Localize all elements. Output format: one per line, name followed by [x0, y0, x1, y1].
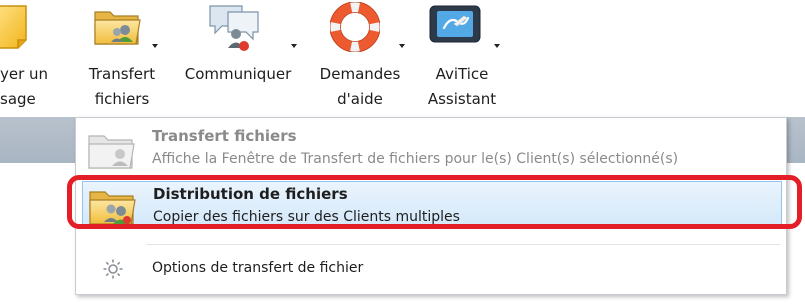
chevron-down-icon[interactable] [494, 44, 500, 48]
chevron-down-icon[interactable] [152, 44, 158, 48]
help-requests-label-2: d'aide [337, 90, 383, 108]
menu-item-title: Distribution de fichiers [153, 185, 348, 203]
folder-users-icon [87, 184, 139, 232]
file-transfer-button[interactable]: Transfert fichiers [80, 0, 164, 112]
help-requests-label-1: Demandes [319, 65, 401, 83]
file-transfer-dropdown: Transfert fichiers Affiche la Fenêtre de… [75, 117, 787, 295]
folder-user-icon [86, 128, 138, 176]
file-transfer-label-2: fichiers [94, 90, 150, 108]
file-transfer-label-1: Transfert [88, 65, 156, 83]
communicate-label: Communiquer [184, 65, 292, 83]
help-requests-button[interactable]: Demandes d'aide [308, 0, 412, 112]
menu-item-label: Options de transfert de fichier [152, 260, 364, 276]
gear-icon [102, 258, 124, 284]
menu-item-title: Transfert fichiers [152, 127, 297, 145]
menu-separator [146, 244, 780, 245]
message-note-icon [0, 2, 34, 54]
menu-item-description: Copier des fichiers sur des Clients mult… [153, 209, 460, 225]
chevron-down-icon[interactable] [291, 44, 297, 48]
ribbon-toolbar: yer un sage Transfert fichiers Communiqu… [0, 0, 805, 117]
assistant-tablet-icon [428, 2, 482, 50]
lifebuoy-icon [329, 1, 381, 56]
chevron-down-icon[interactable] [399, 44, 405, 48]
assistant-label-1: AviTice [435, 65, 489, 83]
folder-user-icon [92, 2, 144, 54]
avitice-assistant-button[interactable]: AviTice Assistant [418, 0, 506, 112]
menu-item-distribute-files[interactable]: Distribution de fichiers Copier des fich… [82, 181, 782, 229]
chat-users-icon [206, 2, 262, 56]
send-message-label-2: sage [0, 90, 36, 108]
send-message-label-1: yer un [0, 65, 49, 83]
send-message-button[interactable]: yer un sage [0, 0, 68, 112]
assistant-label-2: Assistant [427, 90, 497, 108]
menu-item-transfer-options[interactable]: Options de transfert de fichier [82, 252, 782, 284]
communicate-button[interactable]: Communiquer [172, 0, 304, 112]
menu-item-description: Affiche la Fenêtre de Transfert de fichi… [152, 151, 679, 167]
menu-item-transfer-files[interactable]: Transfert fichiers Affiche la Fenêtre de… [82, 122, 782, 174]
